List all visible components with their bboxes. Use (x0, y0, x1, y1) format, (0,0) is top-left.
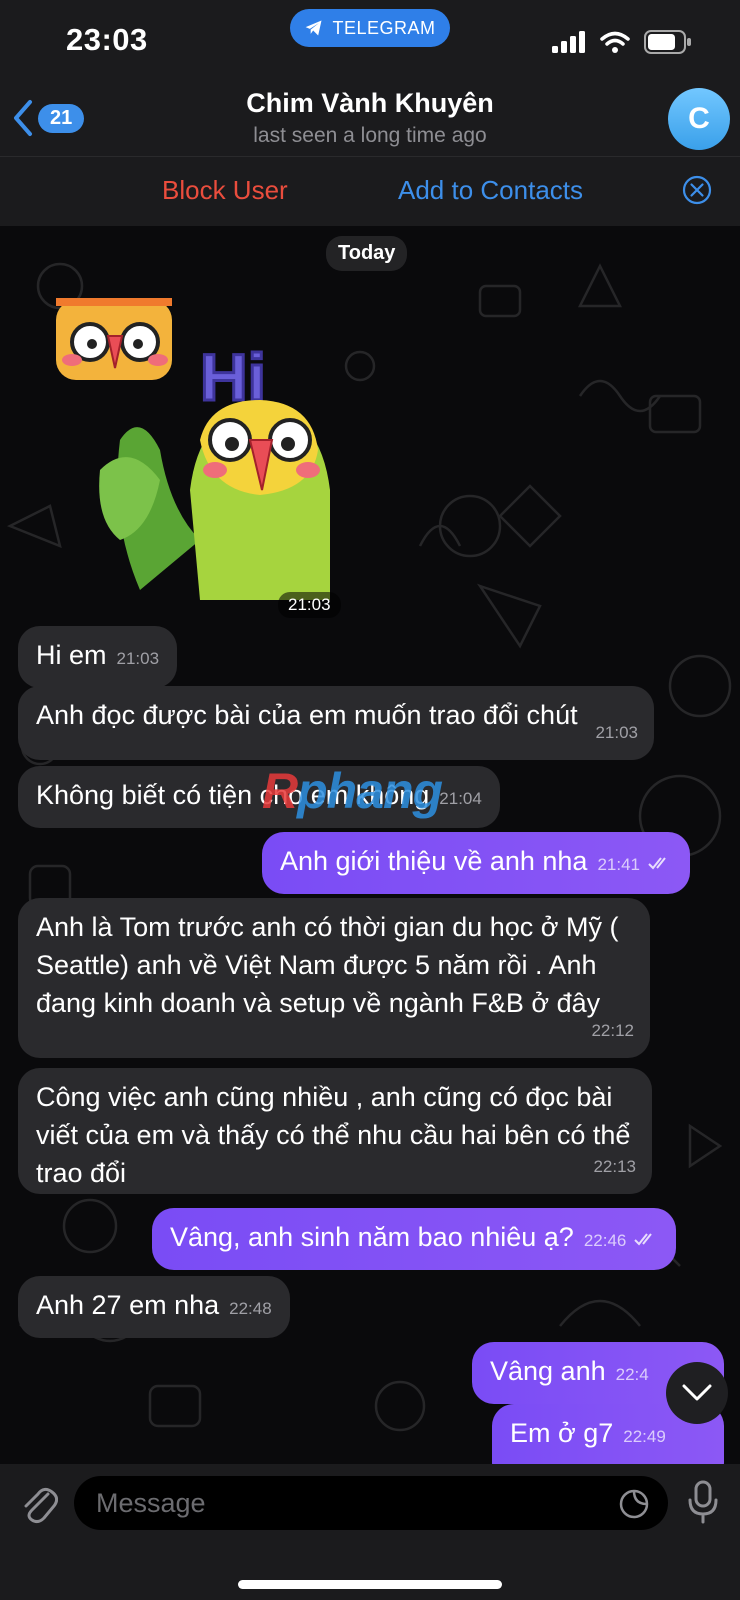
sticker-timestamp: 21:03 (278, 592, 341, 618)
system-icons (552, 30, 692, 54)
message-bubble[interactable]: Anh đọc được bài của em muốn trao đổi ch… (18, 686, 654, 760)
message-input[interactable]: Message (74, 1476, 668, 1530)
message-time: 22:13 (593, 1157, 636, 1176)
chevron-down-icon (682, 1384, 712, 1401)
message-bubble[interactable]: Hi em 21:03 (18, 626, 178, 688)
message-input-bar: Message (0, 1464, 740, 1600)
telegram-icon (306, 20, 322, 36)
message-bubble[interactable]: Vâng, anh sinh năm bao nhiêu ạ? 22:46 (152, 1208, 676, 1270)
close-icon[interactable] (682, 175, 712, 205)
message-text: Anh đọc được bài của em muốn trao đổi ch… (36, 700, 578, 730)
home-indicator (238, 1580, 502, 1589)
avatar[interactable]: C (668, 88, 730, 150)
block-user-button[interactable]: Block User (162, 175, 288, 206)
sticker-icon[interactable] (618, 1488, 650, 1520)
message-time: 22:12 (591, 1021, 634, 1040)
message-bubble[interactable]: Anh là Tom trước anh có thời gian du học… (18, 898, 650, 1058)
scroll-down-button[interactable] (666, 1362, 728, 1424)
message-time: 21:04 (439, 789, 482, 808)
message-time: 22:46 (583, 1231, 627, 1250)
chat-header: 21 Chim Vành Khuyên last seen a long tim… (0, 80, 740, 156)
message-text: Hi em (36, 640, 107, 670)
chat-subtitle: last seen a long time ago (253, 124, 487, 147)
microphone-icon[interactable] (686, 1480, 720, 1524)
double-check-icon (647, 857, 666, 870)
message-time: 21:03 (595, 723, 638, 742)
battery-icon (644, 30, 691, 54)
message-text: Vâng anh (490, 1356, 606, 1386)
message-text: Anh là Tom trước anh có thời gian du học… (36, 912, 619, 1018)
status-bar: 23:03 TELEGRAM (0, 0, 740, 80)
status-time: 23:03 (66, 22, 148, 57)
message-time: 22:4 (615, 1365, 649, 1384)
message-text: Vâng, anh sinh năm bao nhiêu ạ? (170, 1222, 574, 1252)
message-text: Anh giới thiệu về anh nha (280, 846, 588, 876)
telegram-pill-label: TELEGRAM (332, 17, 436, 38)
message-time: 22:48 (229, 1299, 272, 1318)
chat-title[interactable]: Chim Vành Khuyên (0, 88, 740, 119)
chat-area[interactable]: Today Hi 21:03 Hi em 21:03 Anh đọc được b… (0, 226, 740, 1464)
double-check-icon (634, 1233, 652, 1246)
message-bubble[interactable]: Anh 27 em nha 22:48 (18, 1276, 290, 1338)
date-separator: Today (326, 236, 408, 271)
signal-icon (552, 31, 585, 53)
message-text: Công việc anh cũng nhiều , anh cũng có đ… (36, 1082, 631, 1188)
parrot-sticker[interactable]: Hi (50, 290, 350, 620)
add-to-contacts-button[interactable]: Add to Contacts (398, 175, 583, 206)
attach-icon[interactable] (18, 1480, 58, 1524)
watermark: Rphang (262, 763, 443, 819)
contact-action-bar: Block User Add to Contacts (0, 156, 740, 227)
message-placeholder: Message (96, 1487, 206, 1518)
message-text: Anh 27 em nha (36, 1290, 220, 1320)
message-time: 21:03 (116, 649, 160, 668)
message-text: Em ở g7 (510, 1418, 614, 1448)
message-bubble[interactable]: Anh giới thiệu về anh nha 21:41 (262, 832, 690, 894)
wifi-icon (600, 31, 630, 53)
message-time: 21:41 (597, 855, 640, 874)
telegram-pill[interactable]: TELEGRAM (290, 9, 450, 47)
message-bubble[interactable]: Công việc anh cũng nhiều , anh cũng có đ… (18, 1068, 652, 1194)
message-time: 22:49 (623, 1427, 666, 1446)
